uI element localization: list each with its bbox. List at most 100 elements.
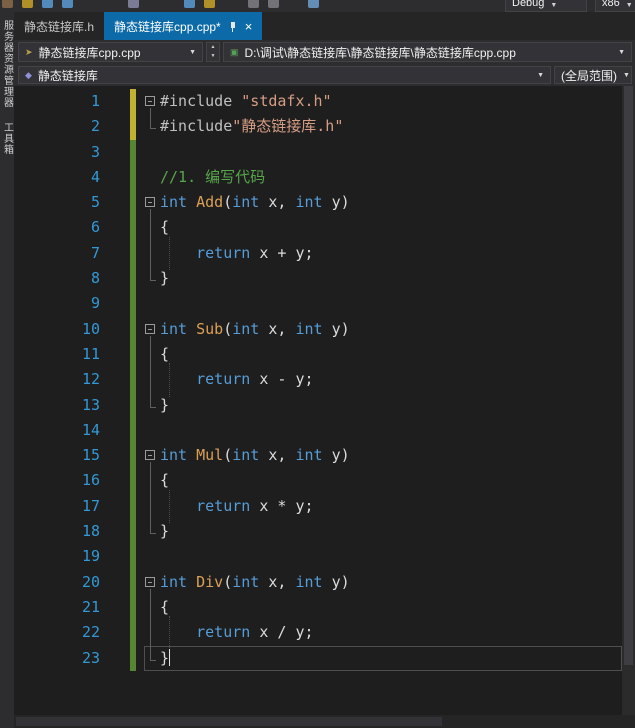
code-line[interactable]: 17 return x * y; — [14, 489, 622, 524]
line-number: 4 — [90, 167, 100, 186]
line-body: #include"静态链接库.h" — [144, 114, 622, 139]
platform-label: x86 — [602, 0, 620, 9]
collapse-minus-icon[interactable] — [145, 450, 155, 461]
code-text: //1. 编写代码 — [160, 165, 622, 190]
code-line[interactable]: 8} — [14, 266, 622, 292]
tab-label: 静态链接库.h — [24, 19, 95, 34]
fold-guide — [144, 215, 160, 242]
scope-dropdown[interactable]: (全局范围) ▼ — [554, 66, 632, 84]
window-layout-icon[interactable] — [128, 0, 139, 8]
token-kw: return — [196, 370, 251, 389]
collapse-minus-icon[interactable] — [145, 197, 155, 208]
token-pp: #include — [160, 92, 233, 110]
code-line[interactable]: 14 — [14, 417, 622, 444]
open-file-icon[interactable] — [22, 0, 33, 8]
code-line[interactable]: 6{ — [14, 215, 622, 242]
change-tracking-mark — [130, 519, 136, 545]
token-pl: } — [160, 522, 170, 541]
fold-collapse-control[interactable] — [144, 570, 160, 596]
pin-icon[interactable] — [228, 20, 238, 33]
code-text: int Mul(int x, int y) — [160, 443, 622, 468]
token-fn: Sub — [196, 319, 224, 338]
code-line[interactable]: 18} — [14, 519, 622, 545]
gutter-spacer — [100, 165, 130, 190]
token-kw: int — [295, 572, 323, 591]
navigate-back-icon[interactable] — [248, 0, 259, 8]
file-path-dropdown[interactable]: ▣ D:\调试\静态链接库\静态链接库\静态链接库cpp.cpp ▼ — [223, 42, 632, 62]
fold-guide — [144, 392, 160, 418]
line-body: return x / y; — [144, 616, 622, 650]
line-number: 19 — [81, 547, 100, 566]
code-line[interactable]: 20 int Div(int x, int y) — [14, 569, 622, 596]
save-all-icon[interactable] — [62, 0, 73, 8]
code-line[interactable]: 2 #include"静态链接库.h" — [14, 114, 622, 140]
code-line[interactable]: 15 int Mul(int x, int y) — [14, 443, 622, 469]
code-text: { — [160, 468, 622, 493]
code-line[interactable]: 11 { — [14, 341, 622, 368]
vs-window: Debug ▼ x86 ▼ 服务器资源管理器 工具箱 静态链接库.h 静态链接库… — [0, 0, 635, 728]
collapse-minus-icon[interactable] — [145, 323, 155, 334]
code-line[interactable]: 13} — [14, 392, 622, 418]
collapse-minus-icon[interactable] — [145, 576, 155, 587]
type-dropdown[interactable]: ◆ 静态链接库 ▼ — [18, 66, 551, 84]
platform-dropdown[interactable]: x86 ▼ — [595, 0, 635, 12]
gutter-spacer — [100, 468, 130, 493]
token-pl: x / y; — [250, 623, 314, 642]
fold-collapse-control[interactable] — [144, 317, 160, 343]
vertical-scrollbar-thumb[interactable] — [624, 86, 633, 665]
line-number: 16 — [81, 471, 100, 490]
navigate-forward-icon[interactable] — [268, 0, 279, 8]
tab-header-h-file[interactable]: 静态链接库.h — [14, 12, 105, 40]
horizontal-scrollbar-thumb[interactable] — [16, 717, 442, 726]
code-line[interactable]: 5 int Add(int x, int y) — [14, 190, 622, 216]
token-kw: int — [295, 193, 323, 212]
code-line[interactable]: 4 //1. 编写代码 — [14, 164, 622, 191]
code-line[interactable]: 12 return x - y; — [14, 363, 622, 397]
token-kw: return — [196, 243, 251, 262]
gutter-spacer — [100, 570, 130, 595]
close-icon[interactable]: × — [245, 20, 253, 33]
gutter-spacer — [100, 595, 130, 620]
code-line[interactable]: 23} — [14, 645, 622, 671]
collapse-minus-icon[interactable] — [145, 96, 155, 106]
sidebar-item-server-explorer[interactable]: 服务器资源管理器 — [0, 20, 14, 108]
file-dropdown[interactable]: ➤ 静态链接库cpp.cpp ▼ — [18, 42, 203, 62]
horizontal-scrollbar[interactable] — [14, 715, 622, 728]
code-line[interactable]: 22 return x / y; — [14, 616, 622, 650]
redo-icon[interactable] — [204, 0, 215, 8]
line-body: { — [144, 594, 622, 621]
code-line[interactable]: 21 { — [14, 594, 622, 621]
fold-collapse-control[interactable] — [144, 89, 160, 115]
token-cm: //1. 编写代码 — [160, 167, 266, 186]
spinner-up-button[interactable]: ▲ — [207, 43, 219, 52]
gutter-spacer — [100, 140, 130, 165]
sidebar-item-toolbox[interactable]: 工具箱 — [0, 122, 14, 155]
gutter-spacer — [100, 114, 130, 139]
code-line[interactable]: 9 — [14, 291, 622, 317]
code-editor[interactable]: 1 #include "stdafx.h" 2 #include"静态链接库.h" 3 4… — [14, 86, 635, 728]
fold-guide — [144, 165, 160, 190]
tab-cpp-file[interactable]: 静态链接库cpp.cpp* × — [104, 12, 263, 40]
gutter-spacer — [100, 418, 130, 443]
line-number: 8 — [90, 269, 100, 288]
code-line[interactable]: 10 int Sub(int x, int y) — [14, 316, 622, 343]
file-arrow-icon: ➤ — [25, 46, 33, 57]
spinner-down-button[interactable]: ▼ — [207, 52, 219, 61]
token-pl: } — [160, 269, 170, 288]
code-line[interactable]: 16 { — [14, 468, 622, 495]
code-line[interactable]: 1 #include "stdafx.h" — [14, 89, 622, 115]
new-file-icon[interactable] — [2, 0, 13, 8]
vertical-scrollbar[interactable] — [622, 86, 635, 715]
code-line[interactable]: 7 return x + y; — [14, 236, 622, 271]
undo-icon[interactable] — [184, 0, 195, 8]
debug-configuration-dropdown[interactable]: Debug ▼ — [505, 0, 587, 12]
save-icon[interactable] — [42, 0, 53, 8]
fold-collapse-control[interactable] — [144, 190, 160, 216]
code-text: { — [160, 342, 622, 367]
code-line[interactable]: 19 — [14, 544, 622, 570]
fold-collapse-control[interactable] — [144, 443, 160, 469]
code-line[interactable]: 3 — [14, 139, 622, 165]
run-icon[interactable] — [308, 0, 319, 8]
